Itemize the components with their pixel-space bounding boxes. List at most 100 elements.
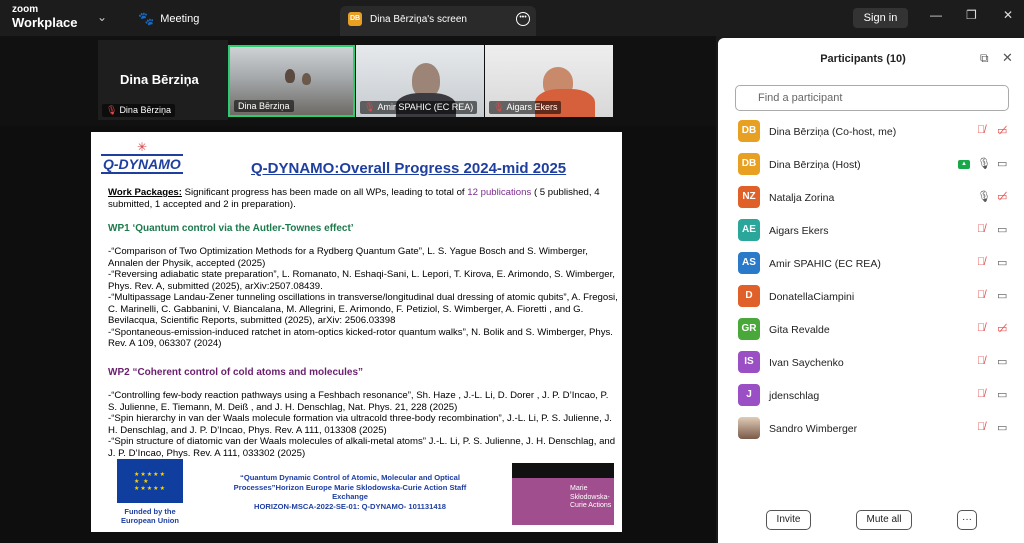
avatar-photo [738, 417, 760, 439]
participant-row[interactable]: Sandro Wimberger 🎙̸ ▭ [718, 413, 1024, 446]
msca-caption: Marie Skłodowska-Curie Actions [570, 485, 612, 509]
camera-icon[interactable]: ▭ [997, 256, 1007, 269]
participants-panel: Participants (10) ⧉ ✕ ⌕ DB Dina Bērziņa … [718, 38, 1024, 543]
wp1-ref: -“Spontaneous-emission-induced ratchet i… [108, 326, 613, 350]
participant-row[interactable]: J jdenschlag 🎙̸ ▭ [718, 380, 1024, 413]
eu-funding-caption: Funded by the European Union [121, 507, 179, 525]
participant-row[interactable]: D DonatellaCiampini 🎙̸ ▭ [718, 281, 1024, 314]
meeting-label: Meeting [160, 13, 200, 25]
camera-off-icon[interactable]: ▭̸ [997, 322, 1007, 335]
close-icon[interactable]: ✕ [1002, 50, 1013, 66]
participant-row[interactable]: DB Dina Bērziņa (Host) ▲ 🎙 ▭ [718, 149, 1024, 182]
more-options-button[interactable]: ··· [957, 510, 977, 530]
search-input[interactable] [735, 85, 1009, 111]
meeting-icon: 🐾 [138, 11, 155, 26]
video-tile-aigars[interactable]: 🎙 Aigars Ekers [485, 45, 613, 117]
footer-grant: HORIZON-MSCA-2022-SE-01: Q-DYNAMO- 10113… [253, 501, 446, 511]
screen-share-tab[interactable]: DB Dina Bērziņa's screen ••• [340, 6, 536, 36]
participant-row[interactable]: GR Gita Revalde 🎙̸ ▭̸ [718, 314, 1024, 347]
pop-out-icon[interactable]: ⧉ [980, 51, 989, 66]
screen-tab-title: Dina Bērziņa's screen [370, 14, 467, 25]
restore-icon[interactable]: ❐ [966, 8, 977, 22]
wp1-ref: -“Reversing adiabatic state preparation”… [108, 269, 615, 292]
participant-row[interactable]: AE Aigars Ekers 🎙̸ ▭ [718, 215, 1024, 248]
wp2-ref: -“Spin structure of diatomic van der Waa… [108, 436, 616, 459]
publications-count: 12 publications [467, 187, 532, 198]
more-options-icon[interactable]: ••• [516, 12, 530, 26]
camera-off-icon[interactable]: ▭̸ [997, 124, 1007, 137]
avatar: AS [738, 252, 760, 274]
mic-muted-icon[interactable]: 🎙̸ [977, 388, 985, 400]
screen-tab-avatar: DB [348, 12, 362, 26]
avatar: AE [738, 219, 760, 241]
logo-line2: Workplace [12, 15, 78, 30]
wp1-references: -“Comparison of Two Optimization Methods… [108, 246, 618, 350]
panel-title: Participants (10) [820, 53, 906, 65]
work-packages-label: Work Packages: [108, 187, 182, 198]
zoom-logo: zoom Workplace [12, 4, 78, 30]
tile-label: 🎙 Amir SPAHIC (EC REA) [360, 101, 478, 114]
shared-slide: ✳ Q-DYNAMO Q-DYNAMO:Overall Progress 202… [91, 132, 622, 532]
eu-flag-icon: ★★★★★ ★ ★ ★★★★★ [117, 459, 183, 503]
mute-all-button[interactable]: Mute all [856, 510, 912, 530]
mic-muted-icon[interactable]: 🎙̸ [977, 322, 985, 334]
camera-icon[interactable]: ▭ [997, 157, 1007, 170]
wp2-heading: WP2 “Coherent control of cold atoms and … [108, 367, 364, 378]
mic-muted-icon[interactable]: 🎙̸ [977, 256, 985, 268]
mic-muted-icon[interactable]: 🎙̸ [977, 421, 985, 433]
camera-icon[interactable]: ▭ [997, 421, 1007, 434]
screen-share-icon: ▲ [958, 160, 970, 169]
wp1-heading: WP1 ‘Quantum control via the Autler-Town… [108, 223, 354, 234]
room-occupant [285, 69, 295, 83]
mic-muted-icon[interactable]: 🎙̸ [977, 289, 985, 301]
mic-muted-icon[interactable]: 🎙̸ [977, 355, 985, 367]
minimize-icon[interactable]: — [930, 8, 942, 22]
mic-icon[interactable]: 🎙 [977, 157, 991, 170]
participant-row[interactable]: NZ Natalja Zorina 🎙 ▭̸ [718, 182, 1024, 215]
mic-muted-icon: 🎙 [364, 102, 376, 112]
participant-name: Dina Bērziņa (Co-host, me) [769, 126, 897, 138]
participant-name: Natalja Zorina [769, 192, 835, 204]
footer-project: “Quantum Dynamic Control of Atomic, Mole… [233, 473, 467, 501]
wp2-references: -“Controlling few-body reaction pathways… [108, 390, 618, 459]
camera-icon[interactable]: ▭ [997, 289, 1007, 302]
avatar: D [738, 285, 760, 307]
participant-row[interactable]: DB Dina Bērziņa (Co-host, me) 🎙̸ ▭̸ [718, 116, 1024, 149]
sign-in-button[interactable]: Sign in [853, 8, 908, 28]
slide-footer: “Quantum Dynamic Control of Atomic, Mole… [219, 473, 481, 511]
wp1-ref: -“Comparison of Two Optimization Methods… [108, 246, 588, 269]
self-name: Dina Bērziņa [120, 72, 199, 87]
mic-icon[interactable]: 🎙 [977, 190, 991, 203]
camera-icon[interactable]: ▭ [997, 355, 1007, 368]
camera-off-icon[interactable]: ▭̸ [997, 190, 1007, 203]
mic-muted-icon[interactable]: 🎙̸ [977, 223, 985, 235]
video-tile-dina[interactable]: Dina Bērziņa [228, 45, 355, 117]
participant-row[interactable]: AS Amir SPAHIC (EC REA) 🎙̸ ▭ [718, 248, 1024, 281]
close-window-icon[interactable]: ✕ [1003, 8, 1013, 22]
participant-name: Gita Revalde [769, 324, 830, 336]
avatar: DB [738, 153, 760, 175]
camera-icon[interactable]: ▭ [997, 388, 1007, 401]
mic-muted-icon[interactable]: 🎙̸ [977, 124, 985, 136]
self-nameplate-tile[interactable]: Dina Bērziņa 🎙 Dina Bērziņa [98, 40, 228, 120]
participant-name: Ivan Saychenko [769, 357, 844, 369]
meeting-menu[interactable]: 🐾 Meeting [138, 11, 199, 27]
invite-button[interactable]: Invite [766, 510, 811, 530]
camera-icon[interactable]: ▭ [997, 223, 1007, 236]
participant-head [412, 63, 440, 97]
avatar: J [738, 384, 760, 406]
logo-line1: zoom [12, 4, 39, 15]
participant-row[interactable]: IS Ivan Saychenko 🎙̸ ▭ [718, 347, 1024, 380]
wp1-ref: -“Multipassage Landau-Zener tunneling os… [108, 292, 618, 326]
mic-muted-icon: 🎙 [493, 102, 505, 112]
slide-logo: Q-DYNAMO [101, 154, 183, 174]
video-tile-amir[interactable]: 🎙 Amir SPAHIC (EC REA) [356, 45, 484, 117]
mic-muted-icon: 🎙 [106, 105, 118, 115]
work-packages-text: Work Packages: Significant progress has … [108, 187, 600, 210]
self-tile-label: 🎙 Dina Bērziņa [102, 104, 175, 117]
tile-label: Dina Bērziņa [234, 100, 294, 112]
chevron-down-icon[interactable]: ⌄ [97, 10, 107, 24]
msca-logo: Marie Skłodowska-Curie Actions [512, 463, 614, 525]
spark-icon: ✳ [137, 140, 148, 154]
avatar: NZ [738, 186, 760, 208]
